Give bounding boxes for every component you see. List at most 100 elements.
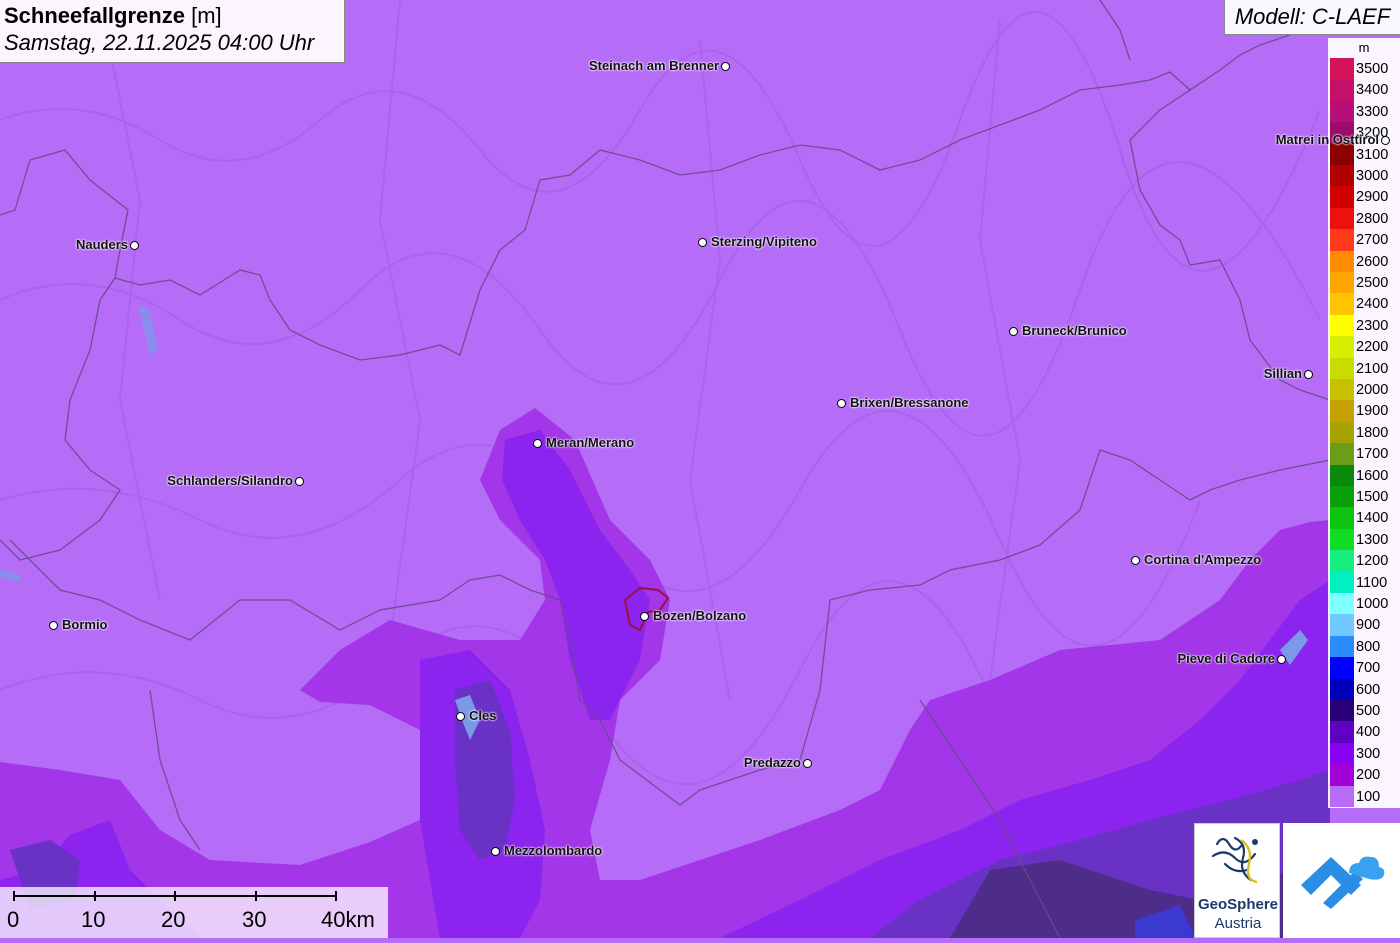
legend-label: 300 bbox=[1356, 745, 1381, 762]
legend-entry: 500 bbox=[1328, 700, 1400, 722]
legend-swatch bbox=[1330, 357, 1354, 379]
legend-unit: m bbox=[1358, 40, 1370, 55]
legend-swatch bbox=[1330, 165, 1354, 187]
city-dot bbox=[1304, 370, 1313, 379]
legend-swatch bbox=[1330, 250, 1354, 272]
app-logo-icon bbox=[1301, 856, 1385, 909]
scale-tick bbox=[255, 891, 257, 901]
city-label: Predazzo bbox=[743, 755, 801, 770]
legend-entry: 700 bbox=[1328, 657, 1400, 679]
map-title-box: Schneefallgrenze [m] Samstag, 22.11.2025… bbox=[0, 0, 345, 63]
color-legend: m 3500 3400 3300 3200 3100 3000 2900 2800 2700 26… bbox=[1328, 38, 1400, 808]
city-dot bbox=[803, 759, 812, 768]
legend-entry: 2700 bbox=[1328, 229, 1400, 251]
legend-entry: 1600 bbox=[1328, 464, 1400, 486]
legend-swatch bbox=[1330, 272, 1354, 294]
legend-label: 2700 bbox=[1356, 232, 1389, 249]
legend-swatch bbox=[1330, 443, 1354, 465]
legend-swatch bbox=[1330, 507, 1354, 529]
legend-label: 3400 bbox=[1356, 82, 1389, 99]
legend-label: 200 bbox=[1356, 767, 1381, 784]
legend-label: 2400 bbox=[1356, 296, 1389, 313]
legend-swatch bbox=[1330, 528, 1354, 551]
legend-label: 3000 bbox=[1356, 168, 1389, 184]
legend-label: 2500 bbox=[1356, 275, 1389, 291]
city-label: Brixen/Bressanone bbox=[850, 395, 969, 410]
legend-swatch bbox=[1330, 764, 1354, 786]
legend-entry: 2900 bbox=[1328, 186, 1400, 208]
legend-swatch bbox=[1330, 550, 1354, 572]
geosphere-name: GeoSphere bbox=[1197, 896, 1279, 913]
legend-entry: 3400 bbox=[1328, 79, 1400, 101]
legend-entry: 2300 bbox=[1328, 314, 1400, 337]
legend-entry: 800 bbox=[1328, 635, 1400, 658]
legend-label: 3300 bbox=[1356, 103, 1389, 120]
legend-entry: 900 bbox=[1328, 614, 1400, 636]
legend-label: 1700 bbox=[1356, 446, 1389, 463]
city-dot bbox=[640, 612, 649, 621]
city-dot bbox=[295, 477, 304, 486]
city-dot bbox=[1277, 655, 1286, 664]
legend-swatch bbox=[1330, 785, 1354, 807]
city-label: Bozen/Bolzano bbox=[653, 608, 747, 623]
scale-label-10: 10 bbox=[81, 907, 106, 932]
legend-label: 1000 bbox=[1356, 596, 1389, 612]
legend-entry: 100 bbox=[1328, 785, 1400, 807]
legend-swatch bbox=[1330, 571, 1354, 593]
legend-label: 1600 bbox=[1356, 467, 1389, 484]
city-label: Cortina d'Ampezzo bbox=[1144, 552, 1262, 567]
legend-entry: 1700 bbox=[1328, 443, 1400, 465]
snowfall-map[interactable] bbox=[0, 0, 1400, 938]
legend-entry: 2100 bbox=[1328, 357, 1400, 379]
legend-entry: 2200 bbox=[1328, 336, 1400, 358]
city-dot bbox=[1381, 136, 1390, 145]
model-label: Modell: C-LAEF bbox=[1224, 0, 1400, 35]
legend-label: 1800 bbox=[1356, 424, 1389, 441]
legend-label: 100 bbox=[1356, 788, 1381, 805]
geosphere-logo[interactable]: GeoSphere Austria bbox=[1194, 823, 1280, 938]
map-title-unit: [m] bbox=[191, 3, 222, 28]
legend-entry: 2800 bbox=[1328, 207, 1400, 230]
legend-entry: 3000 bbox=[1328, 165, 1400, 187]
geosphere-emblem-icon bbox=[1211, 836, 1258, 884]
map-title: Schneefallgrenze [m] bbox=[4, 3, 344, 29]
scale-bar: 0 10 20 30 40km bbox=[0, 887, 388, 938]
legend-label: 1200 bbox=[1356, 553, 1389, 570]
legend-swatch bbox=[1330, 293, 1354, 315]
legend-entry: 2600 bbox=[1328, 250, 1400, 272]
city-label: Meran/Merano bbox=[546, 435, 635, 450]
city-label: Pieve di Cadore bbox=[1177, 651, 1275, 666]
legend-entry: 1000 bbox=[1328, 593, 1400, 615]
app-logo[interactable] bbox=[1283, 823, 1400, 938]
legend-label: 2000 bbox=[1356, 382, 1389, 398]
scale-tick bbox=[13, 891, 15, 901]
legend-swatch bbox=[1330, 379, 1354, 401]
city-dot bbox=[698, 238, 707, 247]
legend-label: 1500 bbox=[1356, 489, 1389, 505]
legend-label: 1300 bbox=[1356, 531, 1389, 548]
legend-swatch bbox=[1330, 657, 1354, 679]
legend-swatch bbox=[1330, 593, 1354, 615]
city-label: Matrei in Osttirol bbox=[1275, 132, 1379, 147]
geosphere-country: Austria bbox=[1214, 915, 1262, 932]
legend-entry: 1900 bbox=[1328, 400, 1400, 422]
scale-label-20: 20 bbox=[161, 907, 186, 932]
legend-label: 2100 bbox=[1356, 360, 1389, 377]
city-label: Nauders bbox=[75, 237, 128, 252]
legend-label: 2200 bbox=[1356, 339, 1389, 356]
legend-label: 900 bbox=[1356, 617, 1381, 634]
legend-swatch bbox=[1330, 79, 1354, 101]
legend-swatch bbox=[1330, 314, 1354, 337]
legend-swatch bbox=[1330, 721, 1354, 743]
legend-label: 1900 bbox=[1356, 403, 1389, 420]
scale-tick bbox=[335, 891, 337, 901]
legend-swatch bbox=[1330, 486, 1354, 508]
legend-swatch bbox=[1330, 635, 1354, 658]
legend-swatch bbox=[1330, 58, 1354, 80]
legend-swatch bbox=[1330, 464, 1354, 486]
legend-entry: 1100 bbox=[1328, 571, 1400, 593]
city-dot bbox=[721, 62, 730, 71]
legend-entry: 400 bbox=[1328, 721, 1400, 743]
scale-tick bbox=[94, 891, 96, 901]
city-label: Sterzing/Vipiteno bbox=[711, 234, 817, 249]
